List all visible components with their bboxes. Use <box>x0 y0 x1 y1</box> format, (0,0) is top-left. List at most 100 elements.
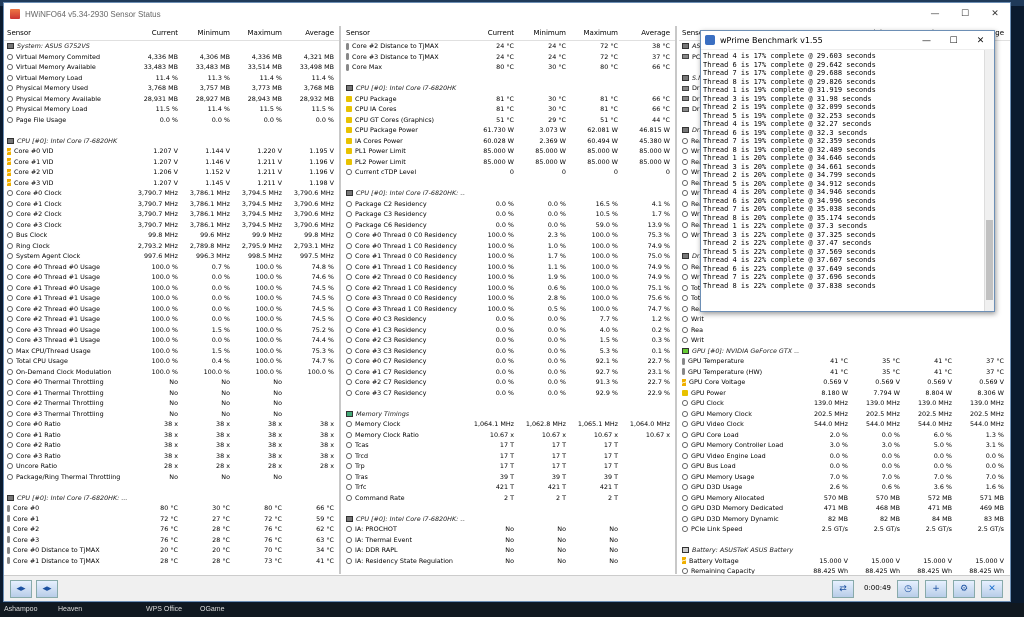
sensor-row[interactable]: Writ <box>679 335 1010 346</box>
column-header[interactable]: Sensor <box>4 29 129 37</box>
sensor-row[interactable]: Core #3 C7 Residency 0.0 % 0.0 % 92.9 % 22.9… <box>343 388 675 399</box>
sensor-group-row[interactable]: CPU [#0]: Intel Core i7-6820HK <box>343 83 675 94</box>
nav-right-button[interactable]: ◂▸ <box>36 580 58 598</box>
sensor-group-row[interactable]: System: ASUS G752VS <box>4 41 339 52</box>
sensor-row[interactable]: CPU GT Cores (Graphics) 51 °C 29 °C 51 °C 44… <box>343 115 675 126</box>
sensor-row[interactable]: GPU Video Engine Load 0.0 % 0.0 % 0.0 % 0.0 … <box>679 451 1010 462</box>
sensor-row[interactable]: PL2 Power Limit 85.000 W 85.000 W 85.000 W 8… <box>343 157 675 168</box>
sensor-row[interactable]: Package C6 Residency 0.0 % 0.0 % 59.0 % 13.9… <box>343 220 675 231</box>
sensor-row[interactable]: Core #2 Ratio 38 x 38 x 38 x 38 x <box>4 440 339 451</box>
sensor-row[interactable]: Core #2 Thread #1 Usage 100.0 % 0.0 % 100.0… <box>4 314 339 325</box>
sensor-row[interactable]: Ring Clock 2,793.2 MHz 2,789.8 MHz 2,795.9 … <box>4 241 339 252</box>
sensor-row[interactable]: Core #0 C3 Residency 0.0 % 0.0 % 7.7 % 1.2 % <box>343 314 675 325</box>
sensor-row[interactable]: Trcd 17 T 17 T 17 T <box>343 451 675 462</box>
column-header[interactable]: Maximum <box>233 29 285 37</box>
column-header[interactable]: Current <box>465 29 517 37</box>
sensor-row[interactable]: Core #1 Ratio 38 x 38 x 38 x 38 x <box>4 430 339 441</box>
sensor-row[interactable]: Core #1 Thread 0 C0 Residency 100.0 % 1.7 … <box>343 251 675 262</box>
column-header[interactable]: Minimum <box>517 29 569 37</box>
column-header[interactable]: Current <box>129 29 181 37</box>
sensor-row[interactable]: Memory Clock Ratio 10.67 x 10.67 x 10.67 x 1… <box>343 430 675 441</box>
sensor-row[interactable]: GPU Memory Allocated 570 MB 570 MB 572 MB 57… <box>679 493 1010 504</box>
sensor-row[interactable]: GPU Clock 139.0 MHz 139.0 MHz 139.0 MHz 139.… <box>679 398 1010 409</box>
sensor-row[interactable]: Bus Clock 99.8 MHz 99.6 MHz 99.9 MHz 99.8 MH… <box>4 230 339 241</box>
sensor-row[interactable]: Core #2 C7 Residency 0.0 % 0.0 % 91.3 % 22.7… <box>343 377 675 388</box>
sensor-row[interactable]: Virtual Memory Commited 4,336 MB 4,306 MB 4… <box>4 52 339 63</box>
sensor-row[interactable]: Core #0 Thread 1 C0 Residency 100.0 % 1.0 … <box>343 241 675 252</box>
sensor-row[interactable]: GPU D3D Usage 2.6 % 0.6 % 3.6 % 1.6 % <box>679 482 1010 493</box>
column-header[interactable]: Sensor <box>343 29 465 37</box>
sensor-row[interactable]: Core #3 Clock 3,790.7 MHz 3,786.1 MHz 3,794… <box>4 220 339 231</box>
sensor-row[interactable]: Max CPU/Thread Usage 100.0 % 1.5 % 100.0 % 7… <box>4 346 339 357</box>
sensor-row[interactable]: Tras 39 T 39 T 39 T <box>343 472 675 483</box>
sensor-row[interactable]: Physical Memory Load 11.5 % 11.4 % 11.5 % 11… <box>4 104 339 115</box>
sensor-row[interactable]: Core #0 Thread #0 Usage 100.0 % 0.7 % 100.0… <box>4 262 339 273</box>
sensor-row[interactable]: Core #1 Thread #1 Usage 100.0 % 0.0 % 100.0… <box>4 293 339 304</box>
sensor-row[interactable]: IA Cores Power 60.028 W 2.369 W 60.494 W 45.… <box>343 136 675 147</box>
sensor-row[interactable]: Physical Memory Used 3,768 MB 3,757 MB 3,77… <box>4 83 339 94</box>
sensor-row[interactable]: Core #0 C7 Residency 0.0 % 0.0 % 92.1 % 22.7… <box>343 356 675 367</box>
sensor-row[interactable]: Core #2 Clock 3,790.7 MHz 3,786.1 MHz 3,794… <box>4 209 339 220</box>
sensor-pane-1[interactable]: Sensor Current Minimum Maximum Average System… <box>4 26 341 574</box>
sensor-row[interactable]: Core #1 Distance to TjMAX 28 °C 28 °C 73 °C… <box>4 556 339 567</box>
close-icon[interactable]: ✕ <box>981 580 1003 598</box>
sensor-row[interactable]: Writ <box>679 314 1010 325</box>
sensor-row[interactable]: Physical Memory Available 28,931 MB 28,927… <box>4 94 339 105</box>
wprime-minimize-button[interactable]: — <box>913 31 940 50</box>
sensor-row[interactable]: Core #0 Ratio 38 x 38 x 38 x 38 x <box>4 419 339 430</box>
sensor-row[interactable]: Core #3 Ratio 38 x 38 x 38 x 38 x <box>4 451 339 462</box>
column-header[interactable]: Minimum <box>181 29 233 37</box>
sensor-row[interactable]: Core #3 Distance to TjMAX 24 °C 24 °C 72 °C… <box>343 52 675 63</box>
sensor-row[interactable]: IA: PROCHOT No No No <box>343 524 675 535</box>
sensor-row[interactable]: Core #1 VID 1.207 V 1.146 V 1.211 V 1.196 V <box>4 157 339 168</box>
sensor-row[interactable]: Package/Ring Thermal Throttling No No No <box>4 472 339 483</box>
sensor-row[interactable]: Core #2 Thermal Throttling No No No <box>4 398 339 409</box>
maximize-button[interactable]: ☐ <box>950 3 980 25</box>
nav-left-button[interactable]: ◂▸ <box>10 580 32 598</box>
sensor-row[interactable]: IA: Residency State Regulation No No No <box>343 556 675 567</box>
column-header[interactable]: Average <box>621 29 673 37</box>
clock-icon[interactable]: ◷ <box>897 580 919 598</box>
sensor-row[interactable]: System Agent Clock 997.6 MHz 996.3 MHz 998.… <box>4 251 339 262</box>
taskbar-item[interactable]: Heaven <box>58 606 82 613</box>
sensor-row[interactable]: Virtual Memory Available 33,483 MB 33,483 … <box>4 62 339 73</box>
sensor-row[interactable]: Core #0 Thermal Throttling No No No <box>4 377 339 388</box>
pane-header[interactable]: SensorCurrentMinimumMaximumAverage <box>4 26 339 41</box>
sensor-row[interactable]: Current cTDP Level 0 0 0 0 <box>343 167 675 178</box>
sensor-row[interactable]: Virtual Memory Load 11.4 % 11.3 % 11.4 % 11.… <box>4 73 339 84</box>
sensor-row[interactable]: Core #3 Thread #1 Usage 100.0 % 0.0 % 100.0… <box>4 335 339 346</box>
pane-header[interactable]: SensorCurrentMinimumMaximumAverage <box>343 26 675 41</box>
sensor-row[interactable]: Core #0 Distance to TjMAX 20 °C 20 °C 70 °C… <box>4 545 339 556</box>
sensor-row[interactable]: Core Max 80 °C 30 °C 80 °C 66 °C <box>343 62 675 73</box>
wprime-scroll-thumb[interactable] <box>986 220 993 300</box>
sensor-row[interactable]: Core #2 Distance to TjMAX 24 °C 24 °C 72 °C… <box>343 41 675 52</box>
sensor-row[interactable]: Uncore Ratio 28 x 28 x 28 x 28 x <box>4 461 339 472</box>
sensor-row[interactable]: GPU Core Voltage 0.569 V 0.569 V 0.569 V 0.5… <box>679 377 1010 388</box>
sensor-row[interactable]: Core #0 Thread #1 Usage 100.0 % 0.0 % 100.0… <box>4 272 339 283</box>
sensor-group-row[interactable]: CPU [#0]: Intel Core i7-6820HK: ... <box>343 514 675 525</box>
sensor-row[interactable]: Page File Usage 0.0 % 0.0 % 0.0 % 0.0 % <box>4 115 339 126</box>
sensor-row[interactable]: GPU Video Clock 544.0 MHz 544.0 MHz 544.0 M… <box>679 419 1010 430</box>
sensor-row[interactable]: GPU Temperature 41 °C 35 °C 41 °C 37 °C <box>679 356 1010 367</box>
sensor-row[interactable]: GPU Core Load 2.0 % 0.0 % 6.0 % 1.3 % <box>679 430 1010 441</box>
sensor-row[interactable]: Core #1 C7 Residency 0.0 % 0.0 % 92.7 % 23.1… <box>343 367 675 378</box>
sensor-row[interactable]: Core #1 Thermal Throttling No No No <box>4 388 339 399</box>
sensor-group-row[interactable]: GPU [#0]: NVIDIA GeForce GTX ... <box>679 346 1010 357</box>
taskbar-item[interactable]: OGame <box>200 606 225 613</box>
settings-icon[interactable]: ⚙ <box>953 580 975 598</box>
wprime-scrollbar[interactable] <box>984 50 994 311</box>
sensor-row[interactable]: Core #2 Thread #0 Usage 100.0 % 0.0 % 100.0… <box>4 304 339 315</box>
sensor-row[interactable]: Core #3 76 °C 28 °C 76 °C 63 °C <box>4 535 339 546</box>
sensor-row[interactable]: Core #3 Thread 1 C0 Residency 100.0 % 0.5 … <box>343 304 675 315</box>
sensor-row[interactable]: Core #0 Thread 0 C0 Residency 100.0 % 2.3 … <box>343 230 675 241</box>
sensor-row[interactable]: Package C2 Residency 0.0 % 0.0 % 16.5 % 4.1 … <box>343 199 675 210</box>
taskbar-item[interactable]: WPS Office <box>146 606 182 613</box>
sensor-group-row[interactable]: Battery: ASUSTeK ASUS Battery <box>679 545 1010 556</box>
sensor-row[interactable]: GPU Memory Controller Load 3.0 % 3.0 % 5.0 … <box>679 440 1010 451</box>
sensor-group-row[interactable]: CPU [#0]: Intel Core i7-6820HK: ... <box>4 493 339 504</box>
sensor-row[interactable]: Core #2 C3 Residency 0.0 % 0.0 % 1.5 % 0.3 % <box>343 335 675 346</box>
sensor-row[interactable]: Core #1 Thread #0 Usage 100.0 % 0.0 % 100.0… <box>4 283 339 294</box>
sensor-row[interactable]: On-Demand Clock Modulation 100.0 % 100.0 %… <box>4 367 339 378</box>
network-icon[interactable]: ⇄ <box>832 580 854 598</box>
column-header[interactable]: Average <box>285 29 337 37</box>
